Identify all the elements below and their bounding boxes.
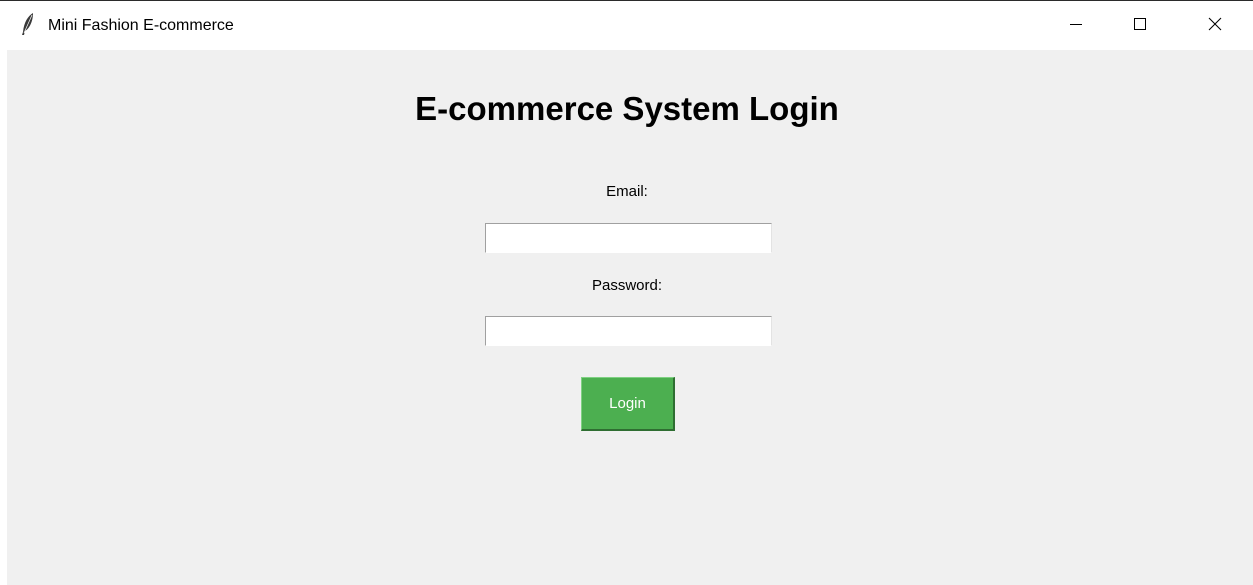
maximize-button[interactable] bbox=[1117, 1, 1163, 51]
feather-icon bbox=[20, 12, 36, 36]
login-panel: E-commerce System Login Email: Password:… bbox=[7, 50, 1253, 585]
login-button[interactable]: Login bbox=[581, 377, 675, 431]
page-title: E-commerce System Login bbox=[415, 90, 839, 127]
minimize-button[interactable] bbox=[1053, 1, 1099, 51]
email-label: Email: bbox=[606, 183, 648, 200]
app-window: Mini Fashion E-commerce E-commerce Syste… bbox=[0, 0, 1253, 585]
title-bar[interactable]: Mini Fashion E-commerce bbox=[0, 0, 1253, 50]
close-icon bbox=[1208, 17, 1222, 36]
maximize-icon bbox=[1133, 17, 1147, 36]
window-title: Mini Fashion E-commerce bbox=[48, 17, 234, 34]
password-label: Password: bbox=[591, 277, 663, 294]
close-button[interactable] bbox=[1192, 1, 1238, 51]
email-field[interactable] bbox=[485, 223, 772, 253]
minimize-icon bbox=[1070, 17, 1082, 35]
password-field[interactable] bbox=[485, 316, 772, 346]
